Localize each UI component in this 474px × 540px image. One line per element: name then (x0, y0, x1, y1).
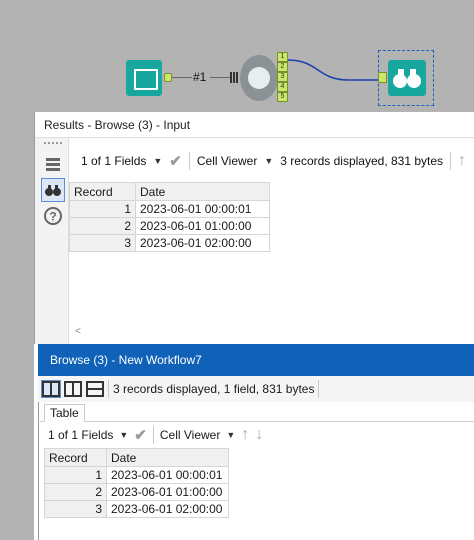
record-cell[interactable]: 1 (69, 200, 136, 218)
date-cell[interactable]: 2023-06-01 00:00:01 (106, 466, 229, 484)
binoculars-icon (393, 69, 421, 88)
layout-horizontal-icon[interactable] (86, 381, 104, 397)
python-anchor-4[interactable]: 4 (277, 82, 288, 92)
browse-title: Browse (3) - New Workflow7 (38, 344, 474, 376)
drag-handle[interactable] (44, 142, 62, 145)
date-cell[interactable]: 2023-06-01 01:00:00 (135, 217, 270, 235)
fields-selector[interactable]: 1 of 1 Fields (81, 154, 146, 168)
arrow-down-icon[interactable]: ↓ (255, 426, 263, 444)
toolbar-divider (108, 380, 109, 398)
binoculars-icon[interactable] (41, 178, 65, 202)
date-cell[interactable]: 2023-06-01 00:00:01 (135, 200, 270, 218)
arrow-up-icon[interactable]: ↑ (241, 426, 249, 444)
table-row[interactable]: 3 2023-06-01 02:00:00 (69, 234, 270, 252)
record-cell[interactable]: 3 (44, 500, 107, 518)
column-header-record[interactable]: Record (44, 448, 107, 467)
date-cell[interactable]: 2023-06-01 02:00:00 (135, 234, 270, 252)
column-header-date[interactable]: Date (135, 182, 270, 201)
input-data-tool-book-icon[interactable] (126, 60, 162, 96)
toolbar-divider (152, 426, 154, 444)
table-row[interactable]: 2 2023-06-01 01:00:00 (44, 483, 229, 501)
table-row[interactable]: 3 2023-06-01 02:00:00 (44, 500, 229, 518)
check-icon[interactable]: ✔ (134, 426, 147, 444)
date-cell[interactable]: 2023-06-01 01:00:00 (106, 483, 229, 501)
python-anchor-5[interactable]: 5 (277, 92, 288, 102)
python-anchor-2[interactable]: 2 (277, 62, 288, 72)
svg-text:?: ? (49, 210, 56, 224)
table-row[interactable]: 1 2023-06-01 00:00:01 (44, 466, 229, 484)
column-header-date[interactable]: Date (106, 448, 229, 467)
toolbar-divider (318, 380, 320, 398)
record-cell[interactable]: 3 (69, 234, 136, 252)
browse-table-container: Record Date 1 2023-06-01 00:00:01 2 2023… (44, 448, 229, 518)
connection-line (172, 77, 192, 78)
browse-input-anchor[interactable] (378, 72, 387, 83)
record-cell[interactable]: 2 (44, 483, 107, 501)
records-summary: 3 records displayed, 831 bytes (280, 154, 444, 168)
chevron-down-icon[interactable]: ▼ (226, 430, 235, 440)
results-title: Results - Browse (3) - Input (35, 112, 474, 138)
python-anchor-1[interactable]: 1 (277, 52, 288, 62)
check-icon[interactable]: ✔ (169, 152, 182, 170)
help-icon[interactable]: ? (41, 204, 65, 228)
fields-selector[interactable]: 1 of 1 Fields (48, 428, 113, 442)
browse-summary: 3 records displayed, 1 field, 831 bytes (113, 382, 315, 396)
results-window: Results - Browse (3) - Input ? 1 of 1 Fi… (34, 112, 474, 344)
browse-toolbar: 3 records displayed, 1 field, 831 bytes (38, 376, 474, 402)
python-input-anchor[interactable] (230, 72, 239, 83)
browse-grid-toolbar: 1 of 1 Fields ▼ ✔ Cell Viewer ▼ ↑ ↓ (48, 424, 474, 446)
browse-window: Browse (3) - New Workflow7 3 records dis… (38, 344, 474, 540)
date-cell[interactable]: 2023-06-01 02:00:00 (106, 500, 229, 518)
toolbar-divider (450, 152, 452, 170)
chevron-down-icon[interactable]: ▼ (264, 156, 273, 166)
record-cell[interactable]: 2 (69, 217, 136, 235)
connection-line (210, 77, 230, 78)
list-view-icon[interactable] (41, 152, 65, 176)
canvas-left-edge (0, 112, 34, 540)
column-header-record[interactable]: Record (69, 182, 136, 201)
browse-tool-binoculars-icon[interactable] (388, 60, 426, 96)
layout-vertical-icon[interactable] (41, 380, 61, 398)
chevron-down-icon[interactable]: ▼ (153, 156, 162, 166)
workflow-canvas[interactable]: #1 1 2 3 4 5 (0, 0, 474, 112)
connection-wire (288, 59, 378, 81)
arrow-up-icon[interactable]: ↑ (458, 152, 466, 170)
cell-viewer-selector[interactable]: Cell Viewer (197, 154, 257, 168)
results-side-toolbar: ? (35, 138, 69, 344)
results-table: Record Date 1 2023-06-01 00:00:01 2 2023… (69, 182, 270, 252)
toolbar-divider (188, 152, 190, 170)
chevron-down-icon[interactable]: ▼ (119, 430, 128, 440)
results-toolbar: 1 of 1 Fields ▼ ✔ Cell Viewer ▼ 3 record… (69, 148, 474, 174)
scroll-left-arrow[interactable]: < (75, 326, 81, 337)
python-tool-python-icon[interactable] (240, 55, 278, 101)
browse-tabs: Table (38, 402, 474, 422)
input-output-anchor[interactable] (164, 73, 172, 82)
cell-viewer-selector[interactable]: Cell Viewer (160, 428, 220, 442)
tab-table[interactable]: Table (44, 404, 85, 422)
browse-table: Record Date 1 2023-06-01 00:00:01 2 2023… (44, 448, 229, 518)
record-cell[interactable]: 1 (44, 466, 107, 484)
results-table-container: Record Date 1 2023-06-01 00:00:01 2 2023… (69, 182, 270, 252)
connection-label: #1 (193, 70, 207, 84)
python-anchor-3[interactable]: 3 (277, 72, 288, 82)
table-row[interactable]: 2 2023-06-01 01:00:00 (69, 217, 270, 235)
table-row[interactable]: 1 2023-06-01 00:00:01 (69, 200, 270, 218)
layout-split-icon[interactable] (64, 381, 82, 397)
